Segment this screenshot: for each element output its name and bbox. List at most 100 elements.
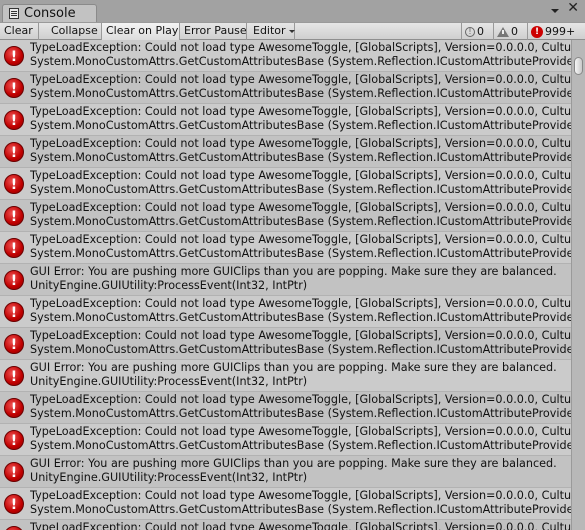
log-entry[interactable]: ! TypeLoadException: Could not load type … [0,488,571,520]
log-entry-text: TypeLoadException: Could not load type A… [30,489,571,517]
tab-console[interactable]: Console [2,4,97,22]
clear-button[interactable]: Clear [0,23,39,40]
log-entry-message: TypeLoadException: Could not load type A… [30,73,571,86]
log-entry-message: TypeLoadException: Could not load type A… [30,233,571,246]
error-icon: ! [4,462,24,482]
log-entry-stacktrace: System.MonoCustomAttrs.GetCustomAttribut… [30,311,571,324]
log-entry-stacktrace: System.MonoCustomAttrs.GetCustomAttribut… [30,87,571,100]
log-entry-message: TypeLoadException: Could not load type A… [30,105,571,118]
log-entry-text: TypeLoadException: Could not load type A… [30,521,571,530]
error-toggle[interactable]: ! 999+ [527,23,579,40]
log-entry-stacktrace: System.MonoCustomAttrs.GetCustomAttribut… [30,215,571,228]
log-entry[interactable]: ! TypeLoadException: Could not load type … [0,424,571,456]
editor-dropdown[interactable]: Editor [249,23,295,40]
log-entry-stacktrace: System.MonoCustomAttrs.GetCustomAttribut… [30,55,571,68]
log-entry-text: TypeLoadException: Could not load type A… [30,137,571,165]
info-toggle[interactable]: ! 0 [461,23,493,40]
scrollbar-thumb[interactable] [574,57,583,75]
error-icon: ! [4,526,24,530]
console-icon [9,8,19,19]
error-count: 999+ [545,24,576,38]
close-icon[interactable]: ✕ [567,1,579,15]
log-entry-text: TypeLoadException: Could not load type A… [30,105,571,133]
log-entry[interactable]: ! GUI Error: You are pushing more GUIClip… [0,264,571,296]
log-entry-stacktrace: System.MonoCustomAttrs.GetCustomAttribut… [30,151,571,164]
log-entry-stacktrace: UnityEngine.GUIUtility:ProcessEvent(Int3… [30,279,308,292]
log-entry-message: TypeLoadException: Could not load type A… [30,201,571,214]
vertical-scrollbar[interactable] [571,40,585,530]
log-entry-message: GUI Error: You are pushing more GUIClips… [30,361,557,374]
collapse-button[interactable]: Collapse [47,23,102,40]
log-entry[interactable]: ! TypeLoadException: Could not load type … [0,200,571,232]
log-entry[interactable]: ! TypeLoadException: Could not load type … [0,136,571,168]
log-entry[interactable]: ! TypeLoadException: Could not load type … [0,328,571,360]
error-icon: ! [4,174,24,194]
tab-label: Console [24,6,76,21]
error-icon: ! [4,270,24,290]
log-entry-message: TypeLoadException: Could not load type A… [30,169,571,182]
log-entry-text: TypeLoadException: Could not load type A… [30,329,571,357]
log-entry[interactable]: ! TypeLoadException: Could not load type … [0,104,571,136]
log-entry-stacktrace: UnityEngine.GUIUtility:ProcessEvent(Int3… [30,471,308,484]
log-entry-message: TypeLoadException: Could not load type A… [30,489,571,502]
error-icon: ! [4,78,24,98]
info-count: 0 [477,24,484,38]
window-menu-icon[interactable] [551,9,561,17]
log-entry-message: GUI Error: You are pushing more GUIClips… [30,265,557,278]
log-entry[interactable]: ! TypeLoadException: Could not load type … [0,392,571,424]
warning-count: 0 [511,24,518,38]
info-icon: ! [465,26,475,37]
editor-dropdown-label: Editor [253,24,286,37]
log-entry[interactable]: ! GUI Error: You are pushing more GUIClip… [0,360,571,392]
log-entry-message: TypeLoadException: Could not load type A… [30,297,571,310]
error-icon: ! [4,142,24,162]
log-entry[interactable]: ! TypeLoadException: Could not load type … [0,40,571,72]
log-entry-text: TypeLoadException: Could not load type A… [30,233,571,261]
log-entry-text: TypeLoadException: Could not load type A… [30,73,571,101]
log-entry-text: GUI Error: You are pushing more GUIClips… [30,265,571,293]
clear-on-play-toggle[interactable]: Clear on Play [102,23,180,40]
log-entry-message: TypeLoadException: Could not load type A… [30,425,571,438]
error-icon: ! [4,238,24,258]
title-bar: Console ✕ [0,0,585,22]
log-entry[interactable]: ! TypeLoadException: Could not load type … [0,296,571,328]
log-entry[interactable]: ! GUI Error: You are pushing more GUIClip… [0,456,571,488]
log-entry-message: TypeLoadException: Could not load type A… [30,329,571,342]
log-entry-message: TypeLoadException: Could not load type A… [30,41,571,54]
log-entry-stacktrace: System.MonoCustomAttrs.GetCustomAttribut… [30,183,571,196]
log-entry[interactable]: ! TypeLoadException: Could not load type … [0,72,571,104]
log-entry-text: TypeLoadException: Could not load type A… [30,393,571,421]
log-entry-text: TypeLoadException: Could not load type A… [30,41,571,69]
log-entry-stacktrace: System.MonoCustomAttrs.GetCustomAttribut… [30,247,571,260]
log-entry[interactable]: ! TypeLoadException: Could not load type … [0,168,571,200]
log-entry-stacktrace: System.MonoCustomAttrs.GetCustomAttribut… [30,119,571,132]
error-icon: ! [4,46,24,66]
log-entry-text: TypeLoadException: Could not load type A… [30,169,571,197]
log-entry-stacktrace: UnityEngine.GUIUtility:ProcessEvent(Int3… [30,375,308,388]
log-entry-message: GUI Error: You are pushing more GUIClips… [30,457,557,470]
error-icon: ! [531,25,543,38]
log-entry[interactable]: ! TypeLoadException: Could not load type … [0,520,571,530]
error-icon: ! [4,206,24,226]
log-entry-text: GUI Error: You are pushing more GUIClips… [30,457,571,485]
log-entry-message: TypeLoadException: Could not load type A… [30,521,571,530]
window-controls: ✕ [551,1,579,17]
log-entry-stacktrace: System.MonoCustomAttrs.GetCustomAttribut… [30,439,571,452]
log-entry-stacktrace: System.MonoCustomAttrs.GetCustomAttribut… [30,503,571,516]
console-window: Console ✕ Clear Collapse Clear on Play E… [0,0,585,530]
warning-toggle[interactable]: 0 [493,23,527,40]
warning-icon [497,26,509,37]
error-icon: ! [4,366,24,386]
error-icon: ! [4,494,24,514]
log-entry-text: TypeLoadException: Could not load type A… [30,425,571,453]
error-icon: ! [4,302,24,322]
console-toolbar: Clear Collapse Clear on Play Error Pause… [0,22,585,40]
log-entry-text: GUI Error: You are pushing more GUIClips… [30,361,571,389]
error-icon: ! [4,110,24,130]
log-list[interactable]: ! TypeLoadException: Could not load type … [0,40,571,530]
log-entry-text: TypeLoadException: Could not load type A… [30,201,571,229]
log-entry-message: TypeLoadException: Could not load type A… [30,393,571,406]
error-pause-toggle[interactable]: Error Pause [180,23,247,40]
log-entry-stacktrace: System.MonoCustomAttrs.GetCustomAttribut… [30,343,571,356]
log-entry[interactable]: ! TypeLoadException: Could not load type … [0,232,571,264]
